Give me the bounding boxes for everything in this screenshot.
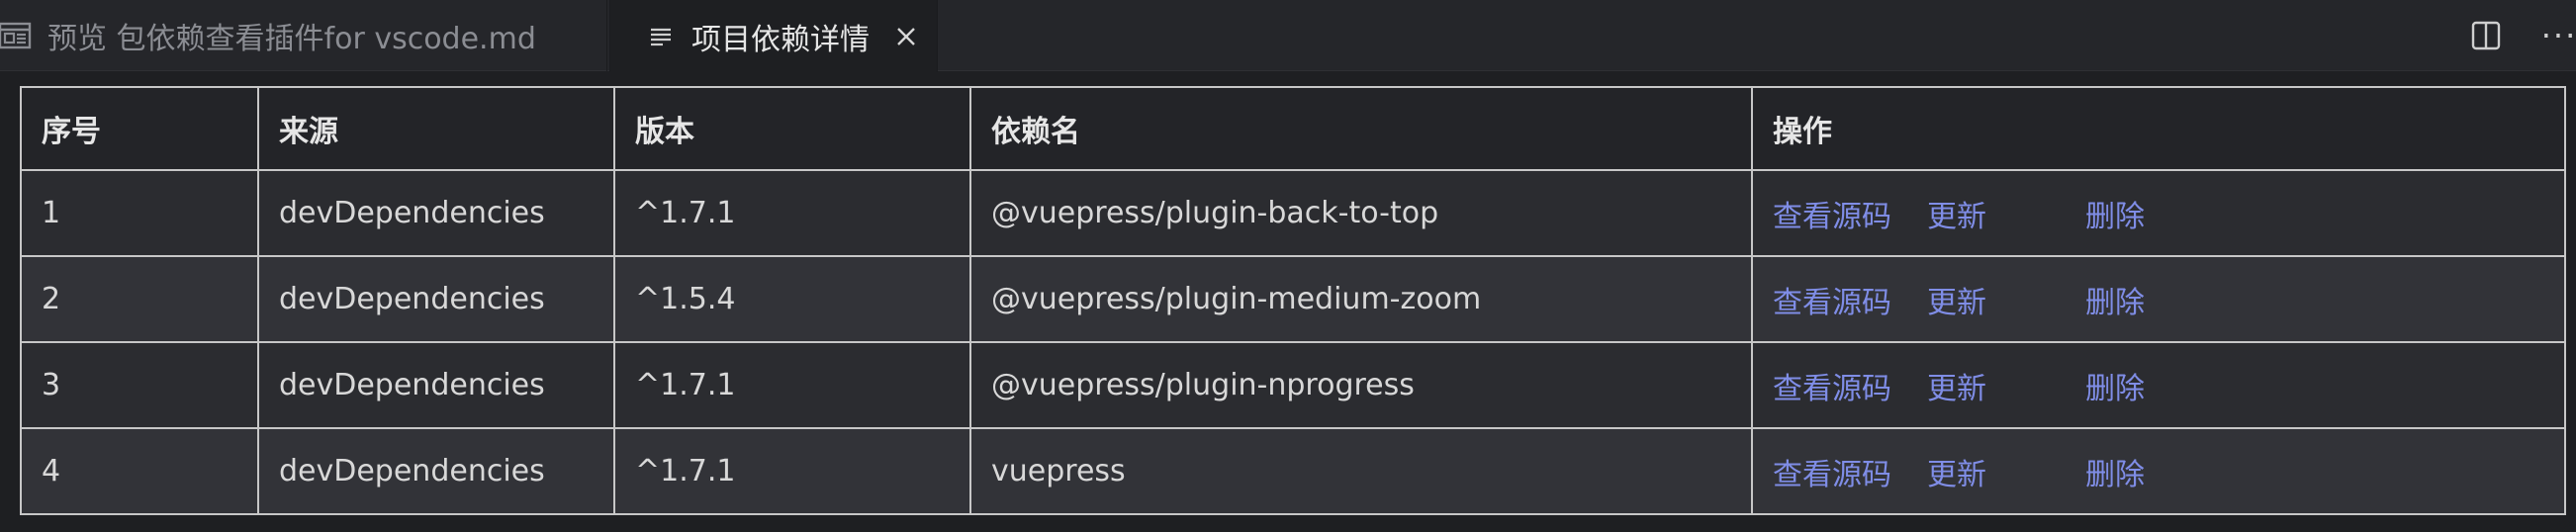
row-actions: 查看源码 更新 删除 [1751,341,2566,429]
row-index: 1 [20,169,259,257]
tab-preview-markdown[interactable]: 预览 包依赖查看插件for vscode.md [0,0,607,71]
delete-link[interactable]: 删除 [2085,278,2145,321]
row-actions: 查看源码 更新 删除 [1751,255,2566,343]
tab-label: 项目依赖详情 [691,22,870,57]
editor-actions: ··· [2469,0,2576,71]
view-source-link[interactable]: 查看源码 [1773,364,1891,407]
table-row: 1 devDependencies ^1.7.1 @vuepress/plugi… [20,169,2566,257]
preview-icon [0,22,32,49]
view-source-link[interactable]: 查看源码 [1773,450,1891,493]
row-source: devDependencies [257,255,615,343]
header-actions: 操作 [1751,86,2566,171]
row-version: ^1.5.4 [613,255,971,343]
row-version: ^1.7.1 [613,427,971,515]
tab-project-dependencies[interactable]: 项目依赖详情 [609,0,938,72]
row-version: ^1.7.1 [613,169,971,257]
header-dependency-name: 依赖名 [969,86,1753,171]
row-index: 3 [20,341,259,429]
update-link[interactable]: 更新 [1927,192,1986,235]
dependency-table: 序号 来源 版本 依赖名 操作 1 devDependencies ^1.7.1… [20,86,2566,515]
table-row: 2 devDependencies ^1.5.4 @vuepress/plugi… [20,255,2566,343]
view-source-link[interactable]: 查看源码 [1773,278,1891,321]
dependency-details-view: 序号 来源 版本 依赖名 操作 1 devDependencies ^1.7.1… [0,72,2576,532]
table-header-row: 序号 来源 版本 依赖名 操作 [20,86,2566,171]
delete-link[interactable]: 删除 [2085,192,2145,235]
row-index: 4 [20,427,259,515]
table-row: 3 devDependencies ^1.7.1 @vuepress/plugi… [20,341,2566,429]
lines-icon [648,24,674,49]
row-dependency-name: @vuepress/plugin-nprogress [969,341,1753,429]
header-source: 来源 [257,86,615,171]
row-version: ^1.7.1 [613,341,971,429]
row-actions: 查看源码 更新 删除 [1751,427,2566,515]
update-link[interactable]: 更新 [1927,450,1986,493]
row-source: devDependencies [257,341,615,429]
more-actions-icon[interactable]: ··· [2541,17,2576,54]
editor-tab-bar: 预览 包依赖查看插件for vscode.md 项目依赖详情 ··· [0,0,2576,72]
row-source: devDependencies [257,427,615,515]
row-index: 2 [20,255,259,343]
update-link[interactable]: 更新 [1927,364,1986,407]
view-source-link[interactable]: 查看源码 [1773,192,1891,235]
row-actions: 查看源码 更新 删除 [1751,169,2566,257]
delete-link[interactable]: 删除 [2085,364,2145,407]
row-dependency-name: @vuepress/plugin-back-to-top [969,169,1753,257]
row-source: devDependencies [257,169,615,257]
close-icon[interactable] [893,24,919,49]
update-link[interactable]: 更新 [1927,278,1986,321]
split-editor-icon[interactable] [2469,19,2503,52]
tab-label: 预览 包依赖查看插件for vscode.md [47,22,536,56]
header-version: 版本 [613,86,971,171]
table-row: 4 devDependencies ^1.7.1 vuepress 查看源码 更新… [20,427,2566,515]
row-dependency-name: vuepress [969,427,1753,515]
header-index: 序号 [20,86,259,171]
row-dependency-name: @vuepress/plugin-medium-zoom [969,255,1753,343]
delete-link[interactable]: 删除 [2085,450,2145,493]
